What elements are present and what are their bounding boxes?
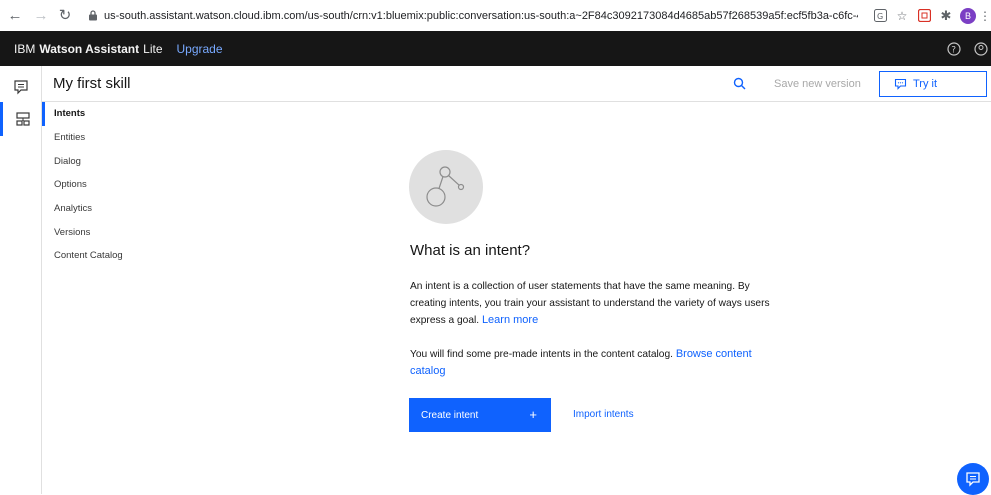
browser-toolbar: ← → ↻ us-south.assistant.watson.cloud.ib…	[0, 0, 991, 31]
lock-icon	[89, 10, 97, 21]
skill-subnav: Intents Entities Dialog Options Analytic…	[42, 102, 182, 268]
skills-icon	[15, 112, 30, 126]
chat-launcher-button[interactable]	[957, 463, 989, 495]
app-topbar: IBM Watson Assistant Lite Upgrade ?	[0, 31, 991, 66]
intent-description-text: An intent is a collection of user statem…	[410, 281, 770, 326]
catalog-note: You will find some pre-made intents in t…	[410, 346, 770, 380]
browser-menu-icon[interactable]: ⋮	[979, 0, 991, 31]
subnav-item-analytics[interactable]: Analytics	[42, 197, 182, 221]
profile-avatar[interactable]: B	[957, 0, 979, 31]
intent-graph-icon	[426, 166, 465, 207]
intent-description: An intent is a collection of user statem…	[410, 278, 770, 329]
svg-text:G: G	[877, 12, 883, 21]
create-intent-label: Create intent	[421, 409, 479, 421]
help-icon[interactable]: ?	[937, 31, 971, 66]
intent-heading: What is an intent?	[410, 242, 531, 259]
topbar-actions: ?	[937, 31, 991, 66]
back-icon[interactable]: ←	[6, 6, 24, 24]
upgrade-link[interactable]: Upgrade	[177, 42, 223, 56]
subnav-item-entities[interactable]: Entities	[42, 126, 182, 150]
extension-icon[interactable]	[913, 0, 935, 31]
catalog-note-text: You will find some pre-made intents in t…	[410, 349, 673, 360]
plus-icon: +	[529, 407, 537, 422]
brand-product: Watson Assistant	[39, 41, 140, 56]
rail-skills[interactable]	[0, 102, 42, 136]
url-text: us-south.assistant.watson.cloud.ibm.com/…	[104, 9, 858, 22]
intent-illustration	[409, 150, 483, 224]
bookmark-star-icon[interactable]: ☆	[891, 0, 913, 31]
create-intent-button[interactable]: Create intent +	[409, 398, 551, 432]
subnav-item-intents[interactable]: Intents	[42, 102, 182, 126]
skill-title: My first skill	[53, 75, 131, 92]
puzzle-icon[interactable]: ✱	[935, 0, 957, 31]
brand-plan: Lite	[143, 41, 163, 56]
subnav-item-dialog[interactable]: Dialog	[42, 149, 182, 173]
left-rail	[0, 66, 42, 494]
chat-bubble-icon	[894, 78, 907, 90]
skill-header: My first skill Save new version Try it	[42, 66, 991, 102]
brand-ibm: IBM	[14, 41, 36, 56]
address-bar[interactable]: us-south.assistant.watson.cloud.ibm.com/…	[88, 5, 858, 26]
browser-extensions: G ☆ ✱ B ⋮	[869, 0, 991, 31]
user-icon[interactable]	[971, 31, 991, 66]
subnav-item-content-catalog[interactable]: Content Catalog	[42, 244, 182, 268]
forward-icon[interactable]: →	[32, 6, 50, 24]
search-icon[interactable]	[731, 75, 749, 93]
translate-icon[interactable]: G	[869, 0, 891, 31]
learn-more-link[interactable]: Learn more	[482, 314, 538, 326]
rail-assistants[interactable]	[0, 70, 42, 104]
brand: IBM Watson Assistant Lite Upgrade	[14, 31, 223, 66]
subnav-item-options[interactable]: Options	[42, 173, 182, 197]
reload-icon[interactable]: ↻	[56, 6, 74, 24]
save-new-version-button[interactable]: Save new version	[774, 66, 861, 102]
chat-icon	[966, 472, 980, 487]
try-it-button[interactable]: Try it	[879, 71, 987, 97]
try-it-label: Try it	[913, 78, 938, 90]
chat-icon	[14, 80, 28, 95]
import-intents-button[interactable]: Import intents	[573, 398, 634, 432]
svg-text:?: ?	[951, 45, 956, 55]
subnav-item-versions[interactable]: Versions	[42, 220, 182, 244]
